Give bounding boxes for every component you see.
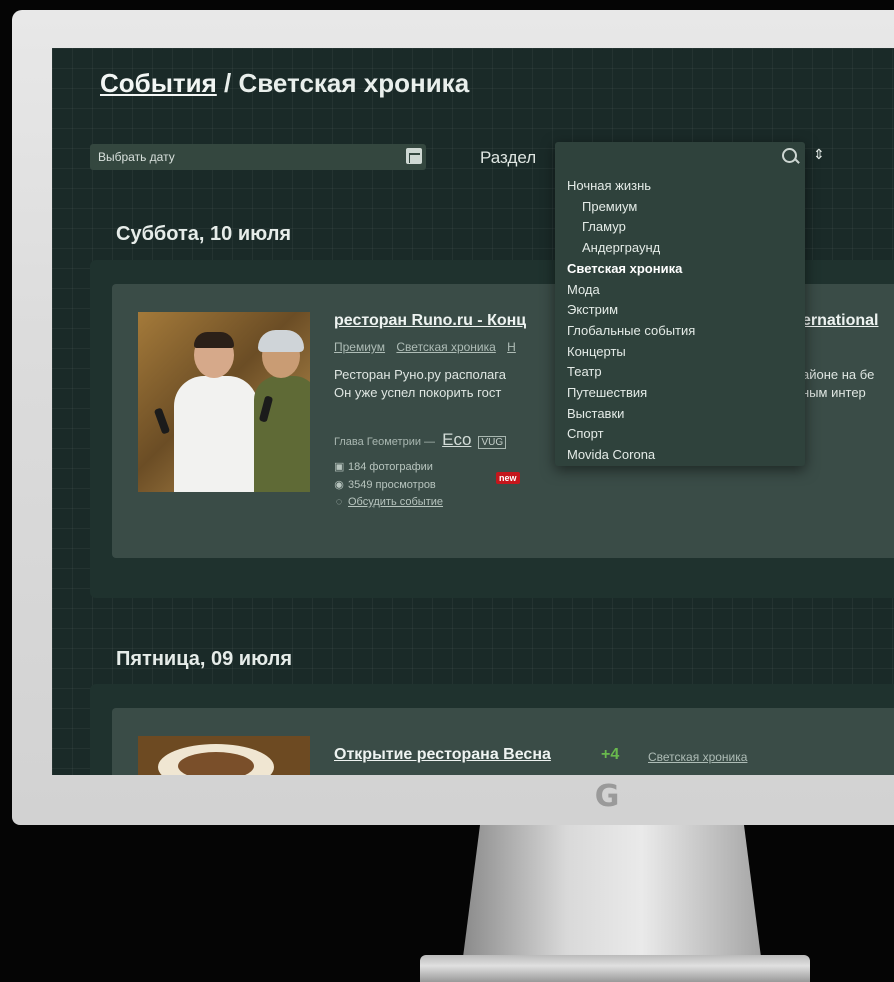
event-description-line: Ресторан Руно.ру располага: [334, 367, 506, 382]
event-photo[interactable]: [138, 312, 310, 492]
event-photo[interactable]: [138, 736, 310, 775]
monitor-stand: [462, 825, 762, 965]
section-option[interactable]: Премиум: [567, 197, 695, 218]
event-tag-link[interactable]: Светская хроника: [396, 340, 495, 354]
section-option[interactable]: Спорт: [567, 424, 695, 445]
section-dropdown[interactable]: ⇕ Ночная жизнь Премиум Гламур Андерграун…: [555, 142, 825, 466]
discuss-event-link[interactable]: Обсудить событие: [348, 496, 443, 508]
breadcrumb: События / Светская хроника: [100, 68, 469, 99]
event-tag-link[interactable]: Н: [507, 340, 516, 354]
event-title-link-tail[interactable]: ernational: [802, 312, 878, 330]
monitor-logo-icon: G: [594, 779, 620, 814]
section-option[interactable]: Movida Corona: [567, 445, 695, 466]
photo-food: [178, 752, 254, 775]
section-option[interactable]: Мода: [567, 280, 695, 301]
event-tag-link[interactable]: Премиум: [334, 340, 385, 354]
new-badge: new: [496, 472, 520, 484]
search-icon[interactable]: [782, 148, 797, 163]
section-option-selected[interactable]: Светская хроника: [567, 259, 695, 280]
camera-icon: ▣: [334, 461, 345, 473]
screen: События / Светская хроника Выбрать дату …: [52, 48, 894, 775]
section-option[interactable]: Ночная жизнь: [567, 176, 695, 197]
sponsor-eco-link[interactable]: Eco: [442, 430, 471, 449]
event-description-tail: айоне на бе ным интер: [802, 366, 874, 402]
day-heading: Пятница, 09 июля: [116, 648, 293, 670]
section-option[interactable]: Андерграунд: [567, 238, 695, 259]
date-picker-input[interactable]: Выбрать дату: [90, 144, 426, 170]
event-description-line: ным интер: [802, 385, 866, 400]
event-views-count: ◉ 3549 просмотров: [334, 478, 436, 491]
eye-icon: ◉: [334, 479, 344, 491]
day-panel: Открытие ресторана Весна +4 Светская хро…: [90, 684, 894, 775]
sponsor-text: Глава Геометрии —: [334, 436, 436, 448]
section-option[interactable]: Концерты: [567, 342, 695, 363]
photo-person: [172, 332, 258, 492]
event-description-line: Он уже успел покорить гост: [334, 385, 502, 400]
event-title-link[interactable]: Открытие ресторана Весна: [334, 746, 551, 764]
breadcrumb-current: Светская хроника: [238, 68, 470, 98]
section-option[interactable]: Театр: [567, 362, 695, 383]
event-tags: Премиум Светская хроника Н: [334, 340, 524, 354]
monitor-base: [420, 955, 810, 982]
section-option[interactable]: Выставки: [567, 404, 695, 425]
section-options-list: Ночная жизнь Премиум Гламур Андерграунд …: [567, 176, 695, 466]
event-description-line: айоне на бе: [802, 367, 875, 382]
section-option[interactable]: Экстрим: [567, 300, 695, 321]
sponsor-brand: VUG: [478, 436, 507, 449]
updown-icon[interactable]: ⇕: [813, 144, 825, 164]
event-description: Ресторан Руно.ру располага Он уже успел …: [334, 366, 506, 402]
event-plus-count: +4: [601, 746, 620, 763]
event-sponsor: Глава Геометрии — Eco VUG: [334, 430, 507, 450]
section-label: Раздел: [480, 148, 537, 167]
comment-icon: ◌: [335, 496, 343, 508]
section-option[interactable]: Гламур: [567, 217, 695, 238]
event-photos-count: ▣ 184 фотографии: [334, 460, 433, 473]
microphone-icon: [153, 407, 171, 435]
photos-count-text: 184 фотографии: [348, 461, 433, 473]
calendar-icon[interactable]: [406, 148, 422, 164]
breadcrumb-root-link[interactable]: События: [100, 68, 217, 98]
section-option[interactable]: Путешествия: [567, 383, 695, 404]
views-count-text: 3549 просмотров: [348, 479, 436, 491]
section-option[interactable]: Глобальные события: [567, 321, 695, 342]
event-tag-link[interactable]: Светская хроника: [648, 750, 747, 764]
date-placeholder: Выбрать дату: [98, 150, 175, 164]
breadcrumb-separator: /: [224, 68, 232, 98]
day-heading: Суббота, 10 июля: [116, 223, 292, 245]
event-discuss: ◌ Обсудить событие: [334, 496, 443, 508]
event-card: Открытие ресторана Весна +4 Светская хро…: [112, 708, 894, 775]
event-title-link[interactable]: ресторан Runo.ru - Конц: [334, 312, 526, 330]
